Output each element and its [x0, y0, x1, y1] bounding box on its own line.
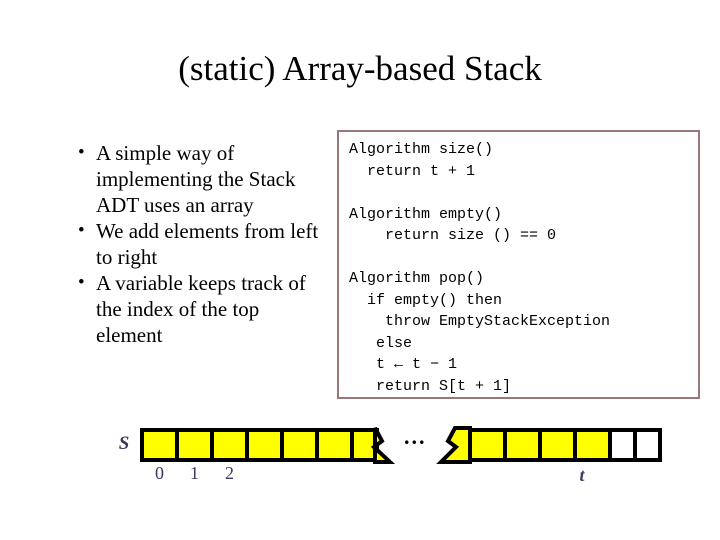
- list-item: • A variable keeps track of the index of…: [68, 270, 330, 348]
- bullet-marker-icon: •: [78, 220, 85, 241]
- array-index-label: 2: [225, 463, 234, 483]
- array-right-segment: [436, 426, 662, 464]
- pseudocode-box: Algorithm size() return t + 1 Algorithm …: [337, 130, 700, 399]
- list-item-label: A simple way of implementing the Stack A…: [96, 141, 296, 217]
- array-left-segment: [140, 427, 396, 464]
- top-pointer-label: t: [579, 465, 585, 485]
- pseudocode-text: Algorithm size() return t + 1 Algorithm …: [349, 141, 611, 395]
- list-item: • A simple way of implementing the Stack…: [68, 140, 330, 218]
- list-item-label: A variable keeps track of the index of t…: [96, 271, 306, 347]
- bullet-marker-icon: •: [78, 142, 85, 163]
- ellipsis-label: ...: [404, 424, 427, 449]
- bullet-marker-icon: •: [78, 272, 85, 293]
- array-index-label: 0: [155, 463, 164, 483]
- array-index-label: 1: [190, 463, 199, 483]
- list-item-label: We add elements from left to right: [96, 219, 319, 269]
- bullet-list: • A simple way of implementing the Stack…: [68, 140, 330, 348]
- slide-canvas: (static) Array-based Stack • A simple wa…: [0, 0, 720, 540]
- list-item: • We add elements from left to right: [68, 218, 330, 270]
- array-name-label: S: [118, 433, 130, 454]
- page-title: (static) Array-based Stack: [178, 49, 542, 88]
